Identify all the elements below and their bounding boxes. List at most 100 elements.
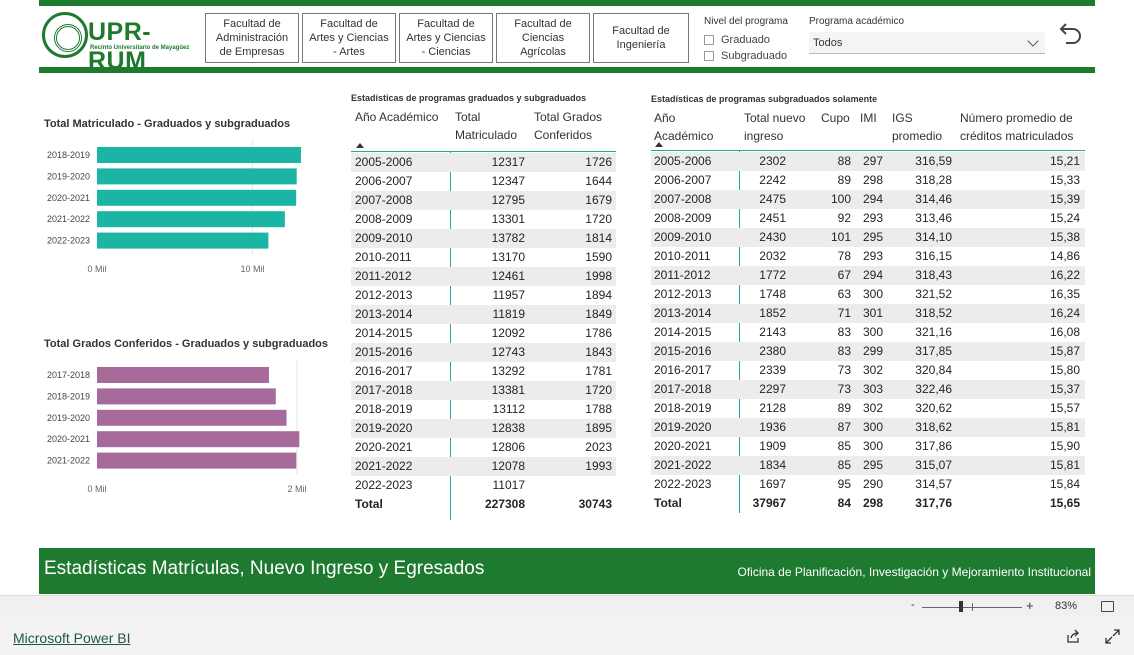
nivel-option-subgraduado[interactable]: Subgraduado [704,48,788,64]
table-cell: 322,46 [915,382,952,396]
expand-icon[interactable] [1105,629,1120,644]
table1-header-ano[interactable]: Año Académico [355,108,451,126]
table-cell: 1697 [759,477,786,491]
category-label: 2019-2020 [47,413,90,423]
table-row[interactable]: 2021-2022 1834 85 295 315,07 15,81 [651,456,1085,475]
bar[interactable] [97,452,297,469]
table-row[interactable]: 2006-2007 12347 1644 [351,172,616,191]
table-row[interactable]: 2008-2009 2451 92 293 313,46 15,24 [651,209,1085,228]
zoom-out-button[interactable]: - [911,599,915,611]
table-cell: 1998 [585,269,612,283]
share-icon[interactable] [1066,629,1081,644]
zoom-in-button[interactable]: + [1026,598,1034,613]
table-row[interactable]: 2010-2011 2032 78 293 316,15 14,86 [651,247,1085,266]
table-row[interactable]: 2012-2013 11957 1894 [351,286,616,305]
table-cell: 100 [830,192,851,206]
table-cell: 2011-2012 [355,269,412,283]
table-row[interactable]: 2009-2010 2430 101 295 314,10 15,38 [651,228,1085,247]
table-row[interactable]: 2016-2017 13292 1781 [351,362,616,381]
table2-header-ingreso[interactable]: Total nuevo ingreso [744,109,814,145]
table-cell: 85 [837,439,851,453]
table-row[interactable]: 2022-2023 11017 [351,476,616,495]
bar[interactable] [97,189,297,206]
table-row[interactable]: 2014-2015 2143 83 300 321,16 16,08 [651,323,1085,342]
table2-header-creditos[interactable]: Número promedio de créditos matriculados [960,109,1085,145]
programa-dropdown[interactable]: Todos [809,32,1045,54]
table-row[interactable]: 2008-2009 13301 1720 [351,210,616,229]
table-row[interactable]: 2015-2016 12743 1843 [351,343,616,362]
table-cell: 1843 [585,345,612,359]
table2-header-imi[interactable]: IMI [860,109,890,127]
table-cell: 318,28 [915,173,952,187]
table-row[interactable]: 2017-2018 13381 1720 [351,381,616,400]
table-cell: 2021-2022 [355,459,413,473]
bar[interactable] [97,388,276,405]
table-row[interactable]: 2007-2008 12795 1679 [351,191,616,210]
table-row[interactable]: 2013-2014 1852 71 301 318,52 16,24 [651,304,1085,323]
table1-header-grados[interactable]: Total Grados Conferidos [534,108,616,144]
table-row[interactable]: 2011-2012 12461 1998 [351,267,616,286]
bar[interactable] [97,232,269,249]
table-cell: 83 [837,344,851,358]
bar[interactable] [97,147,301,163]
table-cell: 2302 [759,154,786,168]
table-row[interactable]: 2006-2007 2242 89 298 318,28 15,33 [651,171,1085,190]
sort-ascending-icon[interactable] [655,142,663,147]
table-row[interactable]: 2016-2017 2339 73 302 320,84 15,80 [651,361,1085,380]
table1-header-matriculado[interactable]: Total Matriculado [455,108,535,144]
zoom-slider-thumb[interactable] [959,601,963,612]
table-row[interactable]: 2014-2015 12092 1786 [351,324,616,343]
checkbox-icon[interactable] [704,35,714,45]
faculty-button-artes[interactable]: Facultad de Artes y Ciencias - Artes [302,13,396,63]
bar[interactable] [97,431,300,448]
nivel-title: Nivel del programa [704,16,788,27]
table-cell: 2021-2022 [654,458,712,472]
table-row[interactable]: 2017-2018 2297 73 303 322,46 15,37 [651,380,1085,399]
table-cell: 101 [830,230,851,244]
table-row[interactable]: 2011-2012 1772 67 294 318,43 16,22 [651,266,1085,285]
fit-to-page-icon[interactable] [1101,601,1114,612]
table-row[interactable]: 2022-2023 1697 95 290 314,57 15,84 [651,475,1085,494]
table-row[interactable]: 2012-2013 1748 63 300 321,52 16,35 [651,285,1085,304]
table2-header-cupo[interactable]: Cupo [821,109,857,127]
table-row[interactable]: 2018-2019 13112 1788 [351,400,616,419]
bar[interactable] [97,168,297,185]
table-row[interactable]: 2018-2019 2128 89 302 320,62 15,57 [651,399,1085,418]
x-tick-label: 2 Mil [287,484,306,494]
faculty-button-ingenieria[interactable]: Facultad de Ingeniería [593,13,689,63]
table2-header-ano[interactable]: Año Académico [654,109,734,145]
table-row[interactable]: 2020-2021 12806 2023 [351,438,616,457]
nivel-option-graduado[interactable]: Graduado [704,32,788,48]
table-row[interactable]: 2021-2022 12078 1993 [351,457,616,476]
checkbox-icon[interactable] [704,51,714,61]
bar[interactable] [97,409,287,426]
table-cell: 2022-2023 [355,478,413,492]
table-row[interactable]: 2013-2014 11819 1849 [351,305,616,324]
table-row[interactable]: 2007-2008 2475 100 294 314,46 15,39 [651,190,1085,209]
table-row[interactable]: 2005-2006 12317 1726 [351,153,616,172]
table-cell: 2009-2010 [654,230,712,244]
table-row[interactable]: 2010-2011 13170 1590 [351,248,616,267]
bar[interactable] [97,211,285,228]
powerbi-link[interactable]: Microsoft Power BI [13,630,130,646]
table-total-cell: 30743 [578,497,612,511]
table-row[interactable]: 2005-2006 2302 88 297 316,59 15,21 [651,152,1085,171]
back-arrow-icon[interactable] [1056,20,1084,48]
table-row[interactable]: 2009-2010 13782 1814 [351,229,616,248]
sort-ascending-icon[interactable] [356,143,364,148]
table-cell: 320,62 [915,401,952,415]
table2-header-igs[interactable]: IGS promedio [892,109,952,145]
bar[interactable] [97,367,269,383]
table-cell: 317,86 [915,439,952,453]
faculty-button-agricolas[interactable]: Facultad de Ciencias Agrícolas [496,13,590,63]
faculty-button-administracion[interactable]: Facultad de Administración de Empresas [205,13,299,63]
table-row[interactable]: 2020-2021 1909 85 300 317,86 15,90 [651,437,1085,456]
table-cell: 95 [837,477,851,491]
table-row[interactable]: 2019-2020 12838 1895 [351,419,616,438]
chart-title-grados: Total Grados Conferidos - Graduados y su… [44,338,328,350]
table-cell: 13381 [491,383,525,397]
table-cell: 15,90 [1049,439,1080,453]
faculty-button-ciencias[interactable]: Facultad de Artes y Ciencias - Ciencias [399,13,493,63]
table-row[interactable]: 2015-2016 2380 83 299 317,85 15,87 [651,342,1085,361]
table-row[interactable]: 2019-2020 1936 87 300 318,62 15,81 [651,418,1085,437]
